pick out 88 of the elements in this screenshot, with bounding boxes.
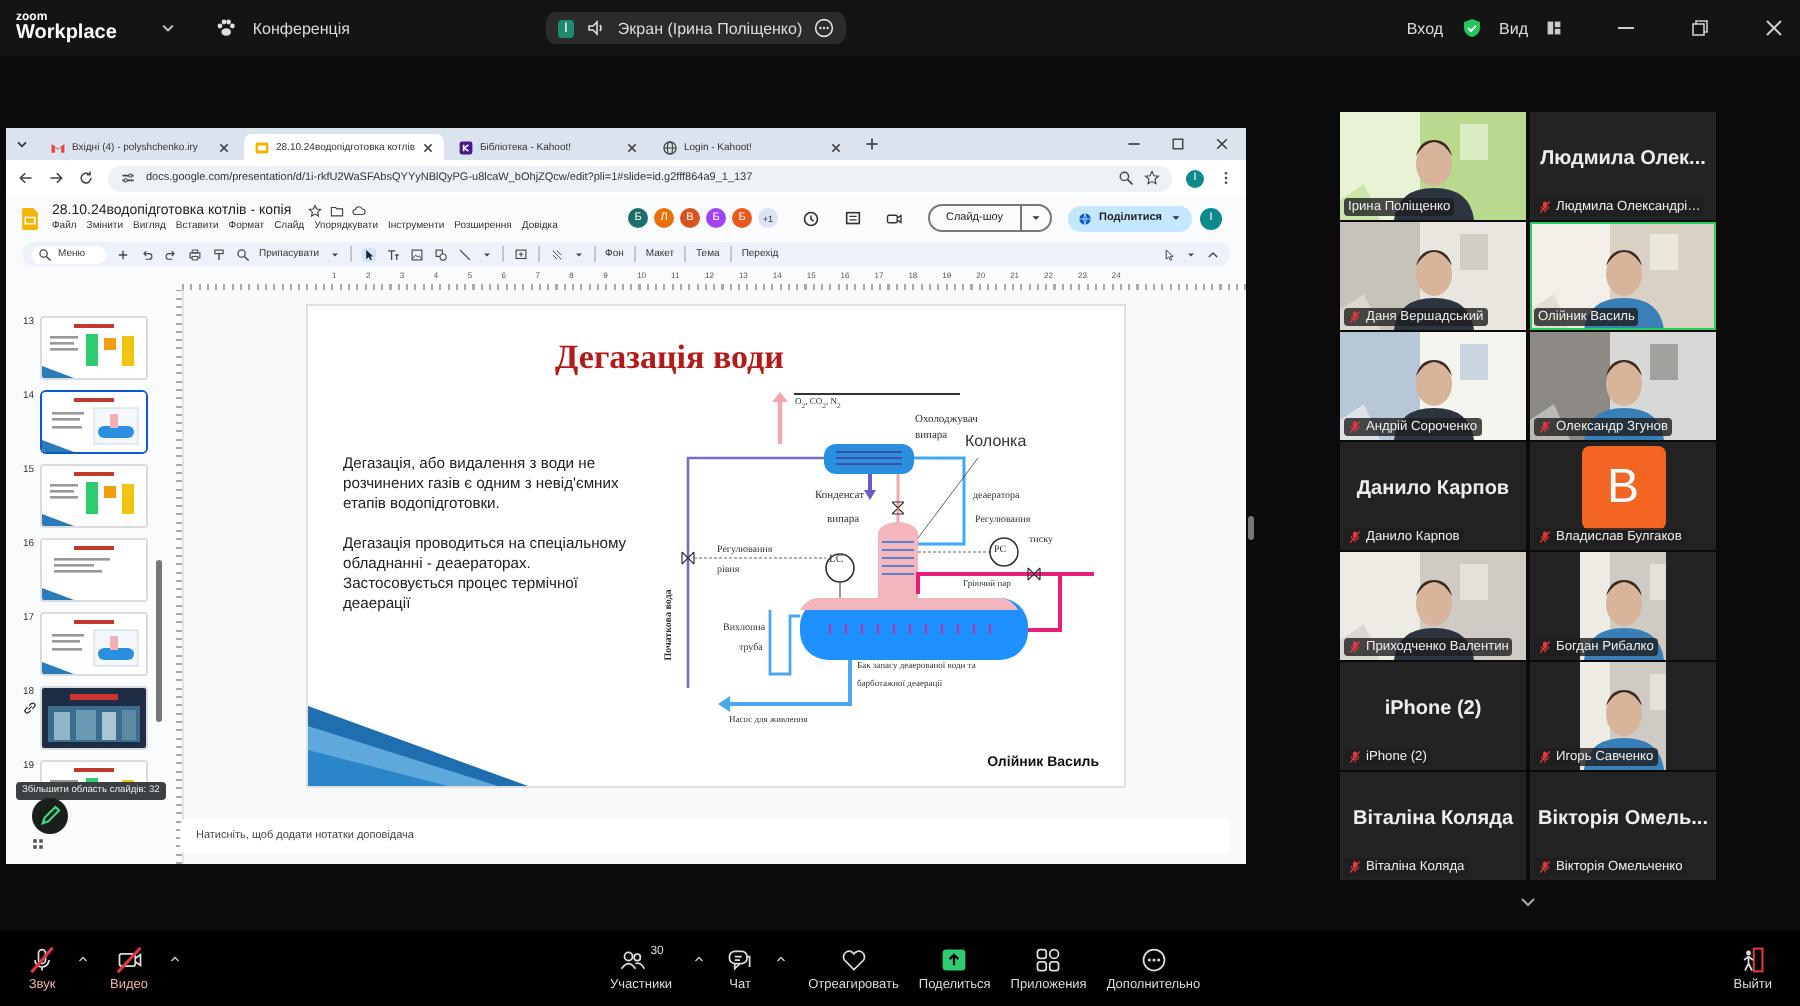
slide-preview-drawing bbox=[42, 466, 146, 526]
chevron-down-icon[interactable] bbox=[160, 20, 177, 36]
caret-up-icon[interactable] bbox=[76, 951, 90, 965]
comment-icon[interactable] bbox=[844, 209, 862, 227]
close-icon[interactable] bbox=[422, 141, 434, 153]
back-icon[interactable] bbox=[18, 170, 34, 186]
caret-up-icon[interactable] bbox=[692, 951, 707, 965]
restore-icon[interactable] bbox=[1690, 18, 1710, 38]
site-info-icon[interactable] bbox=[120, 170, 136, 186]
apps-icon bbox=[1034, 945, 1063, 973]
globe-icon bbox=[1077, 211, 1092, 225]
pointer-mode-icon[interactable] bbox=[1162, 247, 1176, 261]
undo-icon[interactable] bbox=[139, 247, 154, 261]
tab-search-icon[interactable] bbox=[14, 136, 30, 152]
participant-avatar: B bbox=[1581, 446, 1665, 530]
grid-icon[interactable] bbox=[1546, 20, 1562, 36]
reload-icon[interactable] bbox=[78, 170, 94, 186]
exit-icon bbox=[1738, 945, 1767, 973]
caret-up-icon[interactable] bbox=[774, 951, 789, 965]
cloud-icon[interactable] bbox=[351, 204, 366, 218]
caret-icon bbox=[1186, 249, 1196, 259]
caret-icon bbox=[481, 249, 492, 259]
pencil-button-icon[interactable] bbox=[32, 798, 68, 834]
k-logo-icon bbox=[458, 139, 474, 155]
zoom-icon[interactable] bbox=[235, 247, 250, 261]
scrollbar[interactable] bbox=[156, 560, 162, 722]
chat-icon bbox=[726, 945, 755, 973]
mail-icon bbox=[50, 139, 66, 155]
slide-preview-drawing bbox=[42, 540, 146, 600]
share-screen-icon bbox=[940, 945, 969, 973]
scroll-handle[interactable] bbox=[1248, 516, 1254, 540]
participant-name: Людмила Олек... bbox=[1540, 147, 1706, 169]
slide-preview-drawing bbox=[42, 614, 146, 674]
image-icon[interactable] bbox=[409, 247, 424, 261]
print-icon[interactable] bbox=[187, 247, 202, 261]
speaker-icon bbox=[585, 18, 606, 38]
diagram-label: Колонка bbox=[965, 434, 1027, 450]
close-icon[interactable] bbox=[1214, 136, 1230, 152]
line-icon[interactable] bbox=[457, 247, 472, 261]
new-tab-icon[interactable] bbox=[864, 136, 880, 152]
shapes-icon[interactable] bbox=[433, 247, 448, 261]
grid-view-icon[interactable] bbox=[32, 838, 44, 850]
background-icon[interactable] bbox=[549, 247, 564, 261]
search-icon bbox=[38, 247, 52, 261]
redo-icon[interactable] bbox=[163, 247, 178, 261]
view-menu[interactable]: Вид bbox=[1499, 19, 1528, 37]
zoom-icon[interactable] bbox=[1118, 170, 1134, 186]
paw-icon bbox=[216, 18, 237, 38]
forward-icon[interactable] bbox=[48, 170, 64, 186]
participant-name: iPhone (2) bbox=[1384, 697, 1482, 719]
slide-thumbnail[interactable] bbox=[40, 390, 148, 454]
share-label: Экран (Ірина Поліщенко) bbox=[617, 19, 803, 37]
caret-up-icon[interactable] bbox=[168, 951, 182, 965]
meeting-menu[interactable]: Конференція bbox=[252, 19, 350, 37]
close-icon[interactable] bbox=[626, 141, 638, 153]
collapse-icon[interactable] bbox=[1206, 247, 1220, 261]
slide-preview-drawing bbox=[42, 318, 146, 378]
camera-icon[interactable] bbox=[886, 209, 904, 227]
chevron-down-icon[interactable] bbox=[1518, 892, 1538, 912]
history-icon[interactable] bbox=[802, 209, 820, 227]
maximize-icon[interactable] bbox=[1170, 136, 1186, 152]
close-icon[interactable] bbox=[830, 141, 842, 153]
add-comment-icon[interactable] bbox=[513, 247, 528, 261]
caret-icon bbox=[329, 249, 340, 259]
star-icon[interactable] bbox=[1144, 170, 1160, 186]
plus-icon[interactable] bbox=[115, 247, 130, 261]
select-cursor-icon[interactable] bbox=[361, 247, 376, 261]
caret-icon bbox=[1029, 212, 1042, 224]
slide-preview-drawing bbox=[42, 392, 146, 452]
caret-icon bbox=[573, 249, 584, 259]
close-icon[interactable] bbox=[218, 141, 230, 153]
paint-format-icon[interactable] bbox=[211, 247, 226, 261]
shield-check-icon bbox=[1461, 18, 1482, 38]
star-icon[interactable] bbox=[307, 204, 322, 218]
more-icon bbox=[1139, 945, 1168, 973]
globe-icon bbox=[662, 139, 678, 155]
slides-icon bbox=[254, 139, 270, 155]
caret-icon bbox=[1170, 212, 1182, 224]
slide-title: Дегазація води bbox=[555, 338, 784, 378]
participant-name: Вікторія Омель... bbox=[1538, 807, 1708, 829]
participant-name: Віталіна Коляда bbox=[1352, 807, 1514, 829]
sign-in-link[interactable]: Вход bbox=[1406, 19, 1444, 37]
participant-name: Данило Карпов bbox=[1356, 477, 1510, 499]
link-icon bbox=[22, 700, 38, 716]
more-icon[interactable] bbox=[814, 18, 835, 38]
folder-icon[interactable] bbox=[329, 204, 344, 218]
heart-icon bbox=[839, 945, 868, 973]
text-box-icon[interactable] bbox=[385, 247, 400, 261]
